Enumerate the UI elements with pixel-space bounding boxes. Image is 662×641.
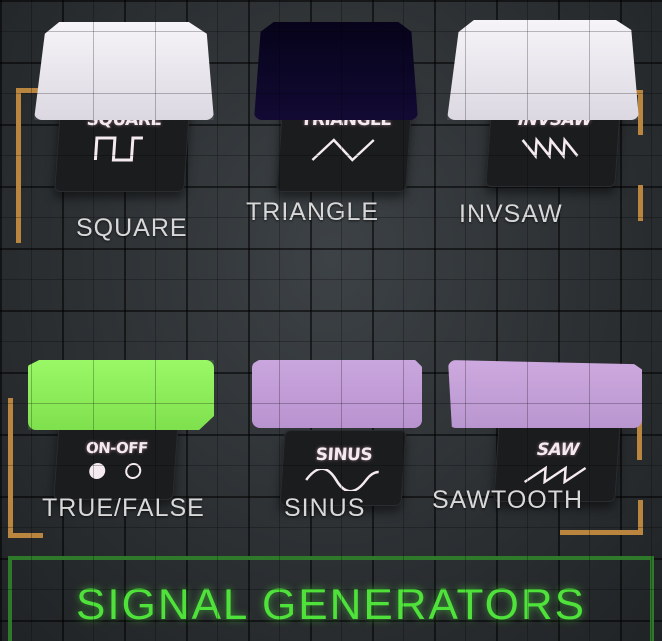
on-off-button[interactable] xyxy=(28,360,214,430)
saw-wave-icon xyxy=(523,465,587,484)
signal-generators-title: SIGNAL GENERATORS xyxy=(76,580,586,629)
plate-title: ON-OFF xyxy=(85,439,149,457)
sine-wave-icon xyxy=(305,469,379,491)
on-off-plate: ON-OFF xyxy=(53,420,179,500)
saw-button[interactable] xyxy=(448,360,642,428)
on-off-icon xyxy=(89,463,142,479)
invsaw-generator[interactable]: INVSAW INVSAW xyxy=(445,18,645,238)
saw-generator[interactable]: SAW SAWTOOTH xyxy=(430,356,650,526)
plate-title: SINUS xyxy=(315,445,373,465)
sinus-generator[interactable]: SINUS SINUS xyxy=(250,358,430,528)
plate-title: SAW xyxy=(536,440,580,460)
generator-label: TRIANGLE xyxy=(246,198,380,226)
on-off-generator[interactable]: ON-OFF TRUE/FALSE xyxy=(26,358,246,528)
generator-label: SAWTOOTH xyxy=(432,486,584,514)
square-generator[interactable]: SQUARE SQUARE xyxy=(30,20,220,250)
generator-label: TRUE/FALSE xyxy=(42,494,205,522)
game-scene: SQUARE SQUARE TRIANGLE TRIANGLE INVSAW I… xyxy=(0,0,662,641)
generator-label: INVSAW xyxy=(459,200,563,228)
triangle-button[interactable] xyxy=(254,22,418,120)
sinus-button[interactable] xyxy=(252,360,422,428)
invsaw-wave-icon xyxy=(521,136,579,159)
square-wave-icon xyxy=(93,136,144,162)
invsaw-button[interactable] xyxy=(447,20,639,120)
generator-label: SQUARE xyxy=(76,214,188,242)
triangle-generator[interactable]: TRIANGLE TRIANGLE xyxy=(246,20,430,230)
generator-label: SINUS xyxy=(284,494,366,522)
square-button[interactable] xyxy=(34,22,214,120)
triangle-wave-icon xyxy=(311,138,375,162)
